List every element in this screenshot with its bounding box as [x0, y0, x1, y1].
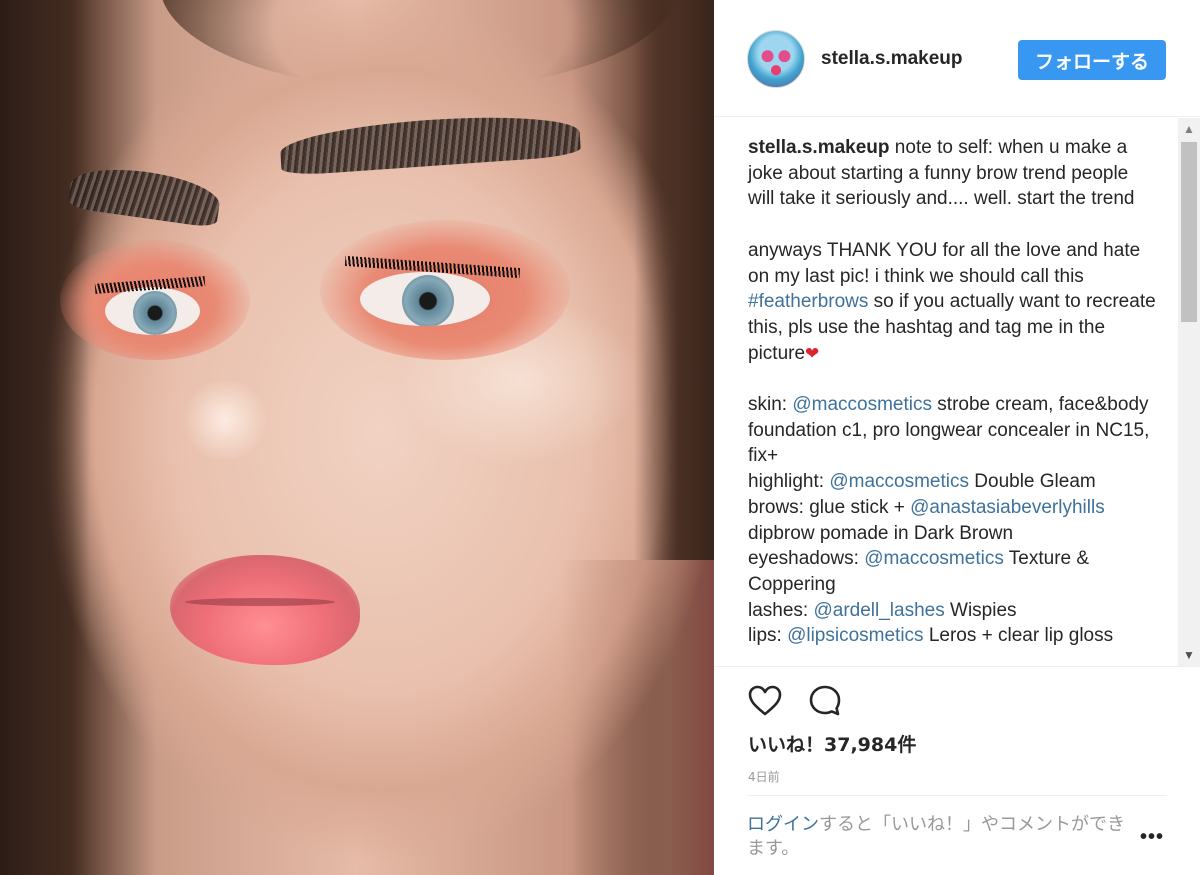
scroll-thumb[interactable]: [1181, 142, 1197, 322]
caption-text: lips:: [748, 625, 788, 647]
post-side-panel: stella.s.makeup フォローする stella.s.makeup n…: [714, 0, 1200, 875]
mention-link[interactable]: @anastasiabeverlyhills: [910, 497, 1105, 518]
caption-text: brows: glue stick +: [748, 496, 911, 518]
hair-left: [0, 0, 90, 875]
scroll-down-arrow-icon[interactable]: ▼: [1178, 644, 1200, 666]
mention-link[interactable]: @maccosmetics: [864, 548, 1004, 569]
caption-text: lashes:: [748, 599, 814, 621]
left-eye: [105, 287, 200, 335]
caption-text: skin:: [748, 394, 793, 415]
like-count[interactable]: いいね！37,984件: [748, 730, 916, 757]
caption-paragraph-2: anyways THANK YOU for all the love and h…: [748, 238, 1158, 367]
left-iris: [133, 291, 177, 335]
lips-line: [185, 598, 335, 606]
post-timestamp[interactable]: 4日前: [748, 768, 780, 785]
nose-highlight: [180, 380, 270, 460]
mention-link[interactable]: @maccosmetics: [829, 471, 969, 492]
follow-button[interactable]: フォローする: [1018, 40, 1166, 80]
caption-scrollbar[interactable]: ▲ ▼: [1178, 118, 1200, 666]
heart-emoji-icon: ❤: [805, 343, 820, 363]
login-link[interactable]: ログイン: [747, 814, 819, 835]
hashtag-link[interactable]: #featherbrows: [748, 291, 868, 312]
post-header: stella.s.makeup フォローする: [714, 0, 1200, 117]
mention-link[interactable]: @maccosmetics: [792, 394, 932, 415]
login-prompt: ログインすると「いいね！」やコメントができます。 •••: [747, 795, 1167, 859]
caption-text: Leros + clear lip gloss: [923, 625, 1114, 647]
avatar[interactable]: [747, 30, 805, 88]
caption-line-eyeshadows: eyeshadows: @maccosmetics Texture & Copp…: [748, 546, 1158, 597]
caption-text: Double Gleam: [969, 471, 1096, 493]
login-prompt-text: ログインすると「いいね！」やコメントができます。: [747, 813, 1127, 861]
more-options-icon[interactable]: •••: [1140, 826, 1164, 849]
caption-text: highlight:: [748, 471, 830, 493]
caption-line-brows: brows: glue stick + @anastasiabeverlyhil…: [748, 495, 1158, 546]
header-username[interactable]: stella.s.makeup: [821, 48, 963, 70]
caption-scroll-area[interactable]: stella.s.makeup note to self: when u mak…: [714, 118, 1200, 666]
caption-author[interactable]: stella.s.makeup: [748, 137, 890, 158]
caption-text: eyeshadows:: [748, 548, 865, 570]
caption-paragraph-1: stella.s.makeup note to self: when u mak…: [748, 135, 1158, 212]
scroll-up-arrow-icon[interactable]: ▲: [1178, 118, 1200, 140]
caption-line-lips: lips: @lipsicosmetics Leros + clear lip …: [748, 623, 1158, 649]
caption: stella.s.makeup note to self: when u mak…: [748, 135, 1158, 649]
hair-right: [634, 0, 714, 560]
caption-product-list: skin: @maccosmetics strobe cream, face&b…: [748, 392, 1158, 649]
neck-shadow: [560, 560, 714, 875]
comment-bubble-icon[interactable]: [807, 683, 843, 719]
caption-text: anyways THANK YOU for all the love and h…: [748, 239, 1141, 287]
hair-top: [160, 0, 680, 90]
right-eye: [360, 272, 490, 326]
caption-line-highlight: highlight: @maccosmetics Double Gleam: [748, 469, 1158, 495]
heart-icon[interactable]: [747, 683, 783, 719]
caption-text: Wispies: [944, 599, 1017, 621]
caption-text: dipbrow pomade in Dark Brown: [748, 522, 1014, 544]
post-photo: [0, 0, 714, 875]
right-iris: [402, 275, 454, 326]
lips: [170, 555, 360, 665]
caption-line-lashes: lashes: @ardell_lashes Wispies: [748, 598, 1158, 624]
mention-link[interactable]: @ardell_lashes: [813, 600, 944, 621]
caption-line-skin: skin: @maccosmetics strobe cream, face&b…: [748, 392, 1158, 469]
right-feather-brow: [278, 109, 582, 177]
post-actions: いいね！37,984件 4日前: [714, 666, 1200, 816]
left-feather-brow: [67, 161, 223, 229]
mention-link[interactable]: @lipsicosmetics: [787, 625, 923, 646]
